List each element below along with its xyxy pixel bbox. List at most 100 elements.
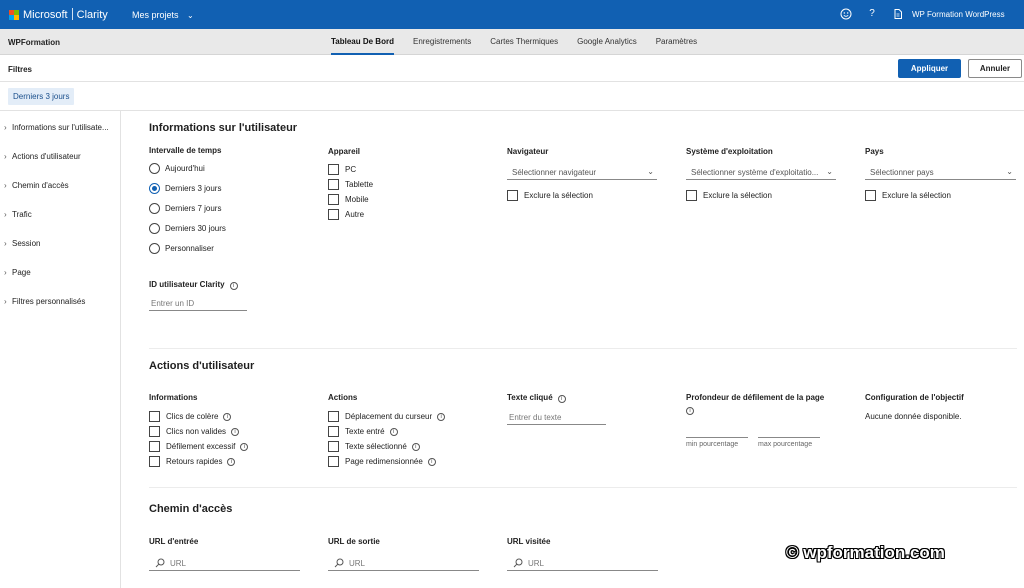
sidebar-item-user-actions[interactable]: › Actions d'utilisateur [4, 152, 81, 161]
tab-dashboard[interactable]: Tableau De Bord [331, 29, 394, 55]
browser-exclude-checkbox[interactable]: Exclure la sélection [507, 190, 593, 201]
checkbox-text-entered[interactable]: Texte entré i [328, 426, 398, 437]
visited-url-input[interactable]: URL [507, 557, 658, 571]
info-icon[interactable]: i [227, 457, 236, 466]
checkbox-rage-clicks[interactable]: Clics de colère i [149, 411, 232, 422]
tab-recordings[interactable]: Enregistrements [413, 29, 471, 55]
radio-button[interactable] [149, 223, 160, 234]
checkbox[interactable] [328, 209, 339, 220]
clicked-text-label: Texte cliqué i [507, 393, 566, 403]
checkbox[interactable] [328, 164, 339, 175]
checkbox-other[interactable]: Autre [328, 209, 364, 220]
app-brand[interactable]: Microsoft Clarity [23, 8, 108, 21]
checkbox[interactable] [328, 426, 339, 437]
checkbox[interactable] [328, 179, 339, 190]
chevron-right-icon: › [4, 152, 7, 161]
info-icon[interactable]: i [437, 412, 446, 421]
radio-button[interactable] [149, 243, 160, 254]
clarity-id-input[interactable]: Entrer un ID [149, 297, 247, 311]
help-icon[interactable]: ? [866, 8, 878, 20]
radio-today[interactable]: Aujourd'hui [149, 163, 205, 174]
browser-select[interactable]: Sélectionner navigateur ⌄ [507, 166, 657, 180]
checkbox[interactable] [149, 411, 160, 422]
microsoft-logo-icon [9, 10, 19, 20]
tab-settings[interactable]: Paramètres [656, 29, 697, 55]
chevron-right-icon: › [4, 210, 7, 219]
apply-button[interactable]: Appliquer [898, 59, 961, 78]
filters-title: Filtres [8, 65, 33, 74]
radio-custom[interactable]: Personnaliser [149, 243, 214, 254]
document-icon[interactable] [892, 8, 904, 20]
info-icon[interactable]: i [229, 282, 238, 290]
info-icon[interactable]: i [686, 407, 694, 415]
checkbox[interactable] [149, 456, 160, 467]
os-select[interactable]: Sélectionner système d'exploitatio... ⌄ [686, 166, 836, 180]
entry-url-input[interactable]: URL [149, 557, 300, 571]
tab-google-analytics[interactable]: Google Analytics [577, 29, 637, 55]
brand-clarity: Clarity [76, 9, 108, 21]
checkbox-page-resized[interactable]: Page redimensionnée i [328, 456, 436, 467]
radio-button[interactable] [149, 203, 160, 214]
checkbox-label: Clics de colère [166, 412, 219, 421]
browser-label: Navigateur [507, 147, 549, 156]
goal-label: Configuration de l'objectif [865, 393, 964, 402]
checkbox-cursor-move[interactable]: Déplacement du curseur i [328, 411, 446, 422]
filter-chip-time[interactable]: Derniers 3 jours [8, 88, 75, 105]
info-icon[interactable]: i [389, 427, 398, 436]
sidebar-item-session[interactable]: › Session [4, 239, 40, 248]
smiley-icon[interactable] [840, 8, 852, 20]
checkbox[interactable] [328, 411, 339, 422]
tab-heatmaps[interactable]: Cartes Thermiques [490, 29, 558, 55]
country-exclude-checkbox[interactable]: Exclure la sélection [865, 190, 951, 201]
checkbox-mobile[interactable]: Mobile [328, 194, 369, 205]
sidebar-item-path[interactable]: › Chemin d'accès [4, 181, 69, 190]
os-exclude-checkbox[interactable]: Exclure la sélection [686, 190, 772, 201]
section-divider [149, 487, 1017, 488]
site-selector[interactable]: WP Formation WordPress [912, 10, 1005, 19]
checkbox[interactable] [686, 190, 697, 201]
checkbox[interactable] [149, 426, 160, 437]
checkbox-quick-backs[interactable]: Retours rapides i [149, 456, 236, 467]
scroll-min-input[interactable] [686, 424, 748, 438]
checkbox-text-selected[interactable]: Texte sélectionné i [328, 441, 420, 452]
sidebar-item-custom-filters[interactable]: › Filtres personnalisés [4, 297, 85, 306]
chevron-down-icon: ⌄ [647, 167, 654, 176]
info-icon[interactable]: i [557, 395, 566, 403]
checkbox-pc[interactable]: PC [328, 164, 356, 175]
radio-button-selected[interactable] [149, 183, 160, 194]
info-icon[interactable]: i [411, 442, 420, 451]
checkbox[interactable] [328, 456, 339, 467]
sidebar-item-label: Page [12, 268, 31, 277]
info-icon[interactable]: i [240, 442, 249, 451]
exit-url-input[interactable]: URL [328, 557, 479, 571]
radio-last-3-days[interactable]: Derniers 3 jours [149, 183, 221, 194]
cancel-button[interactable]: Annuler [968, 59, 1022, 78]
clicked-text-input[interactable]: Entrer du texte [507, 411, 606, 425]
sidebar-item-traffic[interactable]: › Trafic [4, 210, 32, 219]
checkbox-label: Exclure la sélection [524, 191, 593, 200]
scroll-max-input[interactable] [758, 424, 820, 438]
info-icon[interactable]: i [223, 412, 232, 421]
checkbox[interactable] [507, 190, 518, 201]
top-bar: Microsoft Clarity Mes projets ⌄ ? WP Form… [0, 0, 1024, 29]
checkbox-dead-clicks[interactable]: Clics non valides i [149, 426, 240, 437]
checkbox-tablet[interactable]: Tablette [328, 179, 373, 190]
checkbox[interactable] [149, 441, 160, 452]
projects-dropdown[interactable]: Mes projets ⌄ [132, 10, 194, 20]
sidebar-item-user-info[interactable]: › Informations sur l'utilisate... [4, 123, 109, 132]
checkbox[interactable] [865, 190, 876, 201]
clarity-id-label: ID utilisateur Clarity i [149, 280, 238, 290]
search-icon [513, 558, 523, 568]
radio-last-30-days[interactable]: Derniers 30 jours [149, 223, 226, 234]
checkbox-excessive-scroll[interactable]: Défilement excessif i [149, 441, 249, 452]
radio-last-7-days[interactable]: Derniers 7 jours [149, 203, 221, 214]
visited-url-label: URL visitée [507, 537, 551, 546]
sidebar-item-page[interactable]: › Page [4, 268, 31, 277]
checkbox[interactable] [328, 441, 339, 452]
radio-button[interactable] [149, 163, 160, 174]
info-icon[interactable]: i [427, 457, 436, 466]
country-select[interactable]: Sélectionner pays ⌄ [865, 166, 1016, 180]
checkbox-label: Texte entré [345, 427, 385, 436]
info-icon[interactable]: i [231, 427, 240, 436]
checkbox[interactable] [328, 194, 339, 205]
